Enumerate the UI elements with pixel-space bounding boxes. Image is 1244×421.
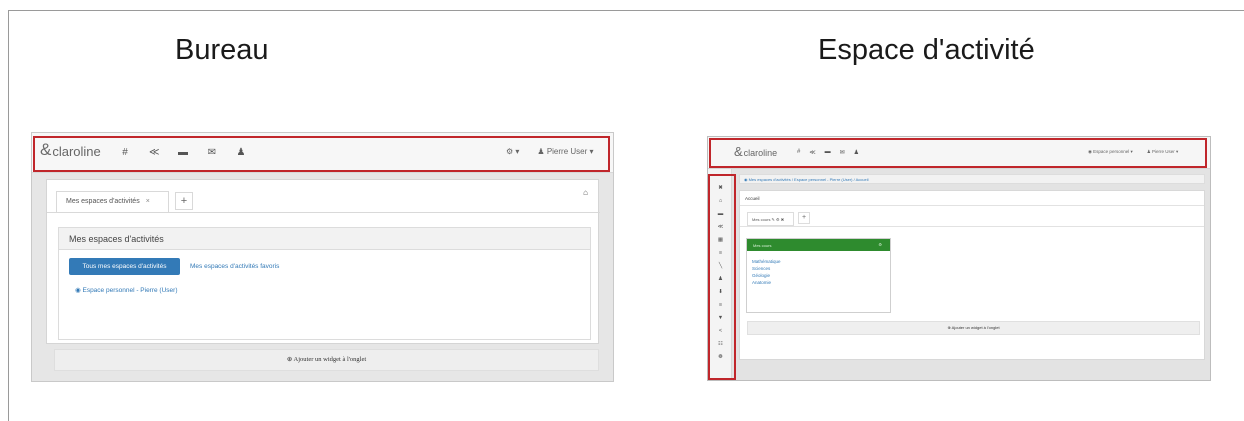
add-widget-button[interactable]: ⊕ Ajouter un widget à l'onglet bbox=[54, 349, 599, 371]
add-widget-button[interactable]: ⊕ Ajouter un widget à l'onglet bbox=[747, 321, 1200, 335]
course-link[interactable]: Sciences bbox=[747, 265, 890, 272]
close-icon[interactable]: × bbox=[146, 198, 150, 205]
section-title-bureau: Bureau bbox=[175, 34, 269, 66]
widget-title: Mes espaces d'activités bbox=[59, 228, 590, 250]
highlight-navbar-espace bbox=[709, 138, 1207, 168]
course-link[interactable]: Géologie bbox=[747, 272, 890, 279]
tab-mes-cours[interactable]: Mes cours ✎ ⚙ ✖ bbox=[747, 212, 794, 226]
workspaces-widget: Mes espaces d'activités Tous mes espaces… bbox=[58, 227, 591, 340]
gear-icon[interactable]: ⚙ bbox=[878, 242, 882, 247]
all-workspaces-button[interactable]: Tous mes espaces d'activités bbox=[69, 258, 180, 275]
highlight-navbar-bureau bbox=[33, 136, 610, 172]
tab-mes-espaces[interactable]: Mes espaces d'activités × bbox=[56, 191, 169, 212]
tab-divider bbox=[47, 212, 600, 213]
add-tab-button[interactable]: + bbox=[798, 212, 810, 224]
slide-frame-top bbox=[8, 10, 1244, 11]
lock-icon[interactable]: ⌂ bbox=[583, 188, 588, 197]
courses-widget: Mes cours ⚙ Mathématique Sciences Géolog… bbox=[746, 238, 891, 313]
desktop-panel: Mes espaces d'activités × + ⌂ Mes espaces… bbox=[46, 179, 600, 344]
workspace-panel: Accueil Mes cours ✎ ⚙ ✖ + Mes cours ⚙ Ma… bbox=[739, 190, 1205, 360]
tab-label: Mes espaces d'activités bbox=[66, 198, 140, 205]
personal-workspace-link[interactable]: ◉ Espace personnel - Pierre (User) bbox=[75, 286, 178, 294]
section-title-espace: Espace d'activité bbox=[818, 34, 1035, 66]
title-divider bbox=[740, 205, 1204, 206]
course-link[interactable]: Mathématique bbox=[747, 258, 890, 265]
widget-header: Mes cours ⚙ bbox=[747, 239, 890, 251]
tab-divider bbox=[740, 226, 1204, 227]
slide-frame-left bbox=[8, 10, 9, 421]
highlight-sidebar-espace bbox=[708, 174, 736, 380]
breadcrumb[interactable]: ◉ Mes espaces d'activités / Espace perso… bbox=[739, 174, 1205, 184]
page-title: Accueil bbox=[745, 196, 760, 201]
course-link[interactable]: Anatomie bbox=[747, 279, 890, 286]
widget-title: Mes cours bbox=[753, 243, 772, 248]
add-tab-button[interactable]: + bbox=[175, 192, 193, 210]
espace-screenshot: & claroline # ≪ ▬ ✉ ♟ ◉ Espace personnel… bbox=[707, 136, 1211, 381]
favorite-workspaces-link[interactable]: Mes espaces d'activités favoris bbox=[190, 263, 279, 270]
